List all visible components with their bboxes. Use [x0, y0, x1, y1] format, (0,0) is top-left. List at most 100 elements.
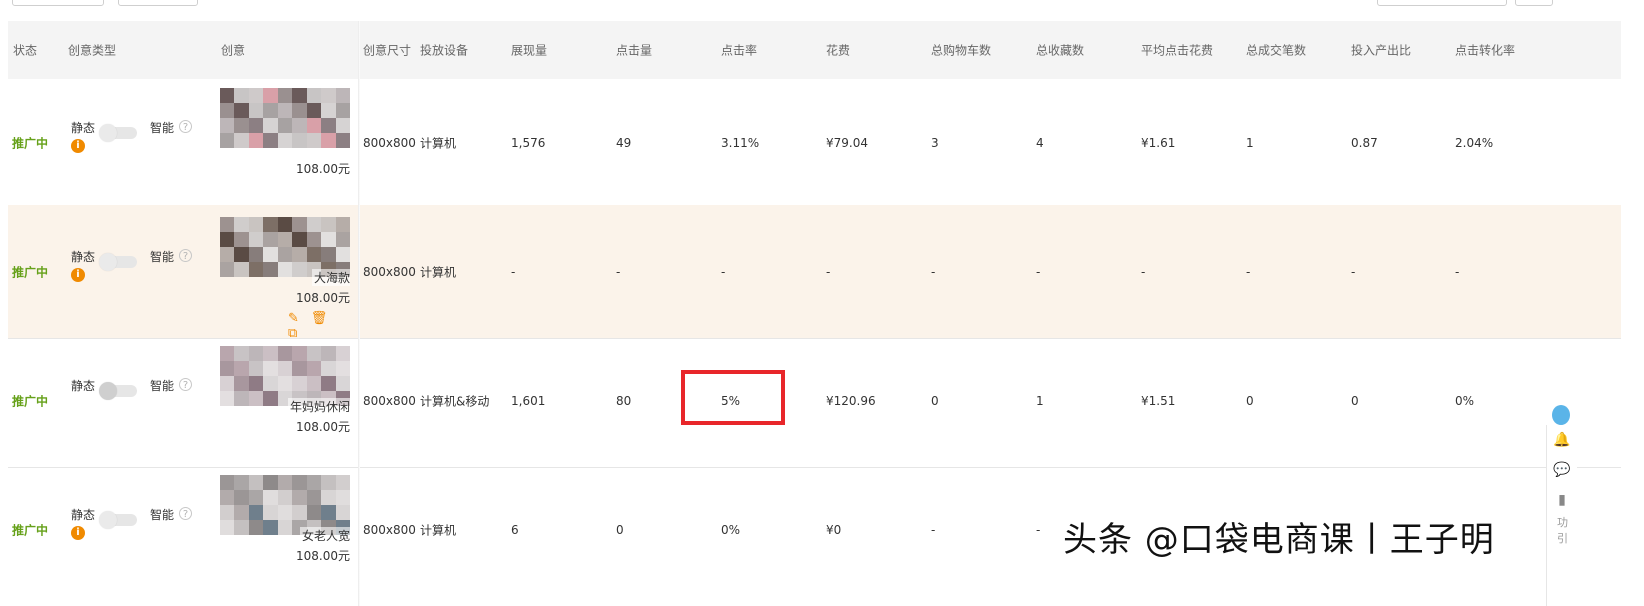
- header-device[interactable]: 投放设备: [420, 42, 468, 59]
- side-tool-label-1[interactable]: 功: [1547, 515, 1577, 531]
- type-static-label: 静态: [71, 120, 96, 135]
- mosaic-block: [321, 232, 336, 247]
- mosaic-block: [306, 217, 322, 232]
- header-cvr[interactable]: 点击转化率: [1455, 42, 1515, 59]
- mosaic-block: [321, 247, 336, 262]
- header-size[interactable]: 创意尺寸: [363, 42, 411, 59]
- cell-roi: 0: [1351, 393, 1359, 408]
- mosaic-block: [277, 88, 293, 103]
- creative-cell: 108.00元: [220, 88, 350, 203]
- cell-cost: ¥79.04: [826, 135, 868, 150]
- bell-icon[interactable]: 🔔: [1547, 425, 1577, 455]
- side-toolbar: 🔔 💬 ▮ 功 引: [1546, 425, 1577, 606]
- mosaic-block: [292, 490, 307, 505]
- header-impressions[interactable]: 展现量: [511, 42, 547, 59]
- cell-impressions: 1,576: [511, 135, 546, 150]
- header-roi[interactable]: 投入产出比: [1351, 42, 1411, 59]
- cell-clicks: -: [616, 264, 621, 279]
- header-cart[interactable]: 总购物车数: [931, 42, 991, 59]
- edit-icon[interactable]: ✎: [288, 311, 299, 326]
- header-status[interactable]: 状态: [13, 42, 37, 59]
- mosaic-block: [321, 361, 336, 376]
- header-deals[interactable]: 总成交笔数: [1246, 42, 1306, 59]
- mosaic-block: [277, 247, 293, 262]
- cell-roi: -: [1351, 264, 1356, 279]
- mosaic-block: [263, 247, 278, 262]
- help-icon[interactable]: ?: [179, 119, 192, 133]
- chat-icon[interactable]: 💬: [1547, 455, 1577, 485]
- delete-icon[interactable]: 🗑: [311, 311, 328, 326]
- mosaic-block: [263, 490, 278, 505]
- header-creative-type[interactable]: 创意类型: [68, 42, 116, 59]
- cell-cart: 3: [931, 135, 939, 150]
- mosaic-block: [234, 88, 249, 103]
- toolbar-button-left-2[interactable]: [118, 0, 198, 6]
- cell-avg-cpc: ¥1.61: [1141, 135, 1176, 150]
- type-toggle[interactable]: [99, 123, 137, 142]
- info-icon[interactable]: i: [71, 267, 85, 282]
- header-avg-cpc[interactable]: 平均点击花费: [1141, 42, 1213, 59]
- creative-price: 108.00元: [296, 420, 350, 434]
- mosaic-block: [335, 475, 350, 490]
- header-fav[interactable]: 总收藏数: [1036, 42, 1084, 59]
- mosaic-block: [220, 103, 235, 118]
- mosaic-block: [263, 361, 278, 376]
- type-toggle[interactable]: [99, 252, 137, 271]
- mosaic-block: [248, 247, 264, 262]
- toggle-knob: [99, 123, 117, 142]
- creative-type-switch: 静态 智能 ?: [71, 377, 196, 417]
- mosaic-block: [321, 346, 336, 361]
- book-icon[interactable]: ▮: [1547, 485, 1577, 515]
- mosaic-block: [220, 118, 235, 133]
- type-static-label: 静态: [71, 378, 96, 393]
- mosaic-block: [321, 103, 336, 118]
- cell-cost: -: [826, 264, 831, 279]
- mosaic-block: [248, 346, 264, 361]
- mosaic-block: [220, 391, 235, 406]
- assistant-bubble-icon[interactable]: [1552, 405, 1570, 425]
- side-tool-label-2[interactable]: 引: [1547, 531, 1577, 547]
- mosaic-block: [292, 88, 307, 103]
- mosaic-block: [292, 232, 307, 247]
- type-static-label: 静态: [71, 508, 96, 522]
- mosaic-block: [292, 475, 307, 490]
- mosaic-block: [335, 103, 350, 118]
- help-icon[interactable]: ?: [179, 377, 192, 391]
- cell-device: 计算机: [420, 523, 457, 538]
- cell-deals: 0: [1246, 393, 1254, 408]
- mosaic-block: [263, 505, 278, 520]
- mosaic-block: [263, 391, 278, 406]
- header-clicks[interactable]: 点击量: [616, 42, 652, 59]
- creative-thumbnail[interactable]: [220, 346, 350, 406]
- frozen-column-divider: [358, 21, 360, 606]
- mosaic-block: [277, 103, 293, 118]
- toolbar-button-left-1[interactable]: [12, 0, 104, 6]
- mosaic-block: [234, 232, 249, 247]
- mosaic-block: [220, 346, 235, 361]
- mosaic-block: [248, 118, 264, 133]
- creative-thumbnail[interactable]: [220, 88, 350, 148]
- type-toggle[interactable]: [99, 511, 137, 529]
- creative-thumbnail[interactable]: [220, 217, 350, 277]
- toolbar-button-right-1[interactable]: [1377, 0, 1507, 6]
- info-icon[interactable]: i: [71, 138, 85, 153]
- creative-price: 108.00元: [296, 162, 350, 176]
- mosaic-block: [277, 262, 293, 277]
- header-ctr[interactable]: 点击率: [721, 42, 757, 59]
- mosaic-block: [292, 346, 307, 361]
- help-icon[interactable]: ?: [179, 507, 192, 520]
- cell-device: 计算机: [420, 136, 457, 150]
- header-cost[interactable]: 花费: [826, 42, 850, 59]
- type-toggle[interactable]: [99, 381, 137, 400]
- header-creative[interactable]: 创意: [221, 42, 245, 59]
- creative-thumbnail[interactable]: [220, 475, 350, 535]
- mosaic-block: [306, 346, 322, 361]
- toolbar-button-right-2[interactable]: [1515, 0, 1553, 6]
- help-icon[interactable]: ?: [179, 248, 192, 262]
- info-icon[interactable]: i: [71, 526, 85, 540]
- mosaic-block: [321, 88, 336, 103]
- mosaic-block: [234, 217, 249, 232]
- mosaic-block: [292, 217, 307, 232]
- mosaic-block: [292, 262, 307, 277]
- mosaic-block: [234, 103, 249, 118]
